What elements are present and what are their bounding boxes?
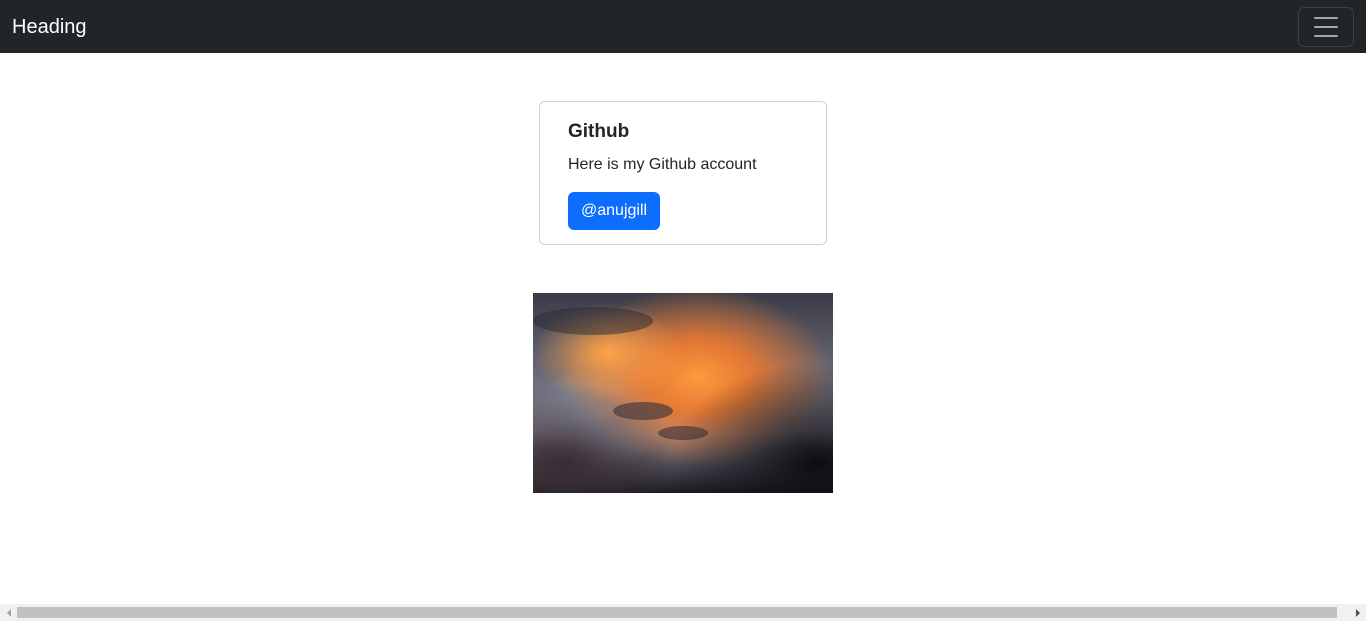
arrow-right-icon[interactable] bbox=[1349, 604, 1366, 621]
sunset-clouds-image bbox=[533, 293, 833, 493]
horizontal-scrollbar[interactable] bbox=[0, 604, 1366, 621]
hamburger-icon bbox=[1314, 25, 1338, 28]
hamburger-icon bbox=[1314, 34, 1338, 37]
github-card: Github Here is my Github account @anujgi… bbox=[539, 101, 827, 245]
github-account-button[interactable]: @anujgill bbox=[568, 192, 661, 230]
arrow-left-icon[interactable] bbox=[0, 604, 17, 621]
card-title: Github bbox=[568, 121, 630, 142]
navbar-toggler-button[interactable] bbox=[1298, 6, 1354, 47]
scrollbar-thumb[interactable] bbox=[17, 607, 1337, 618]
navbar: Heading bbox=[0, 0, 1366, 53]
hamburger-icon bbox=[1314, 16, 1338, 19]
navbar-brand[interactable]: Heading bbox=[12, 17, 87, 37]
card-text: Here is my Github account bbox=[568, 156, 757, 173]
